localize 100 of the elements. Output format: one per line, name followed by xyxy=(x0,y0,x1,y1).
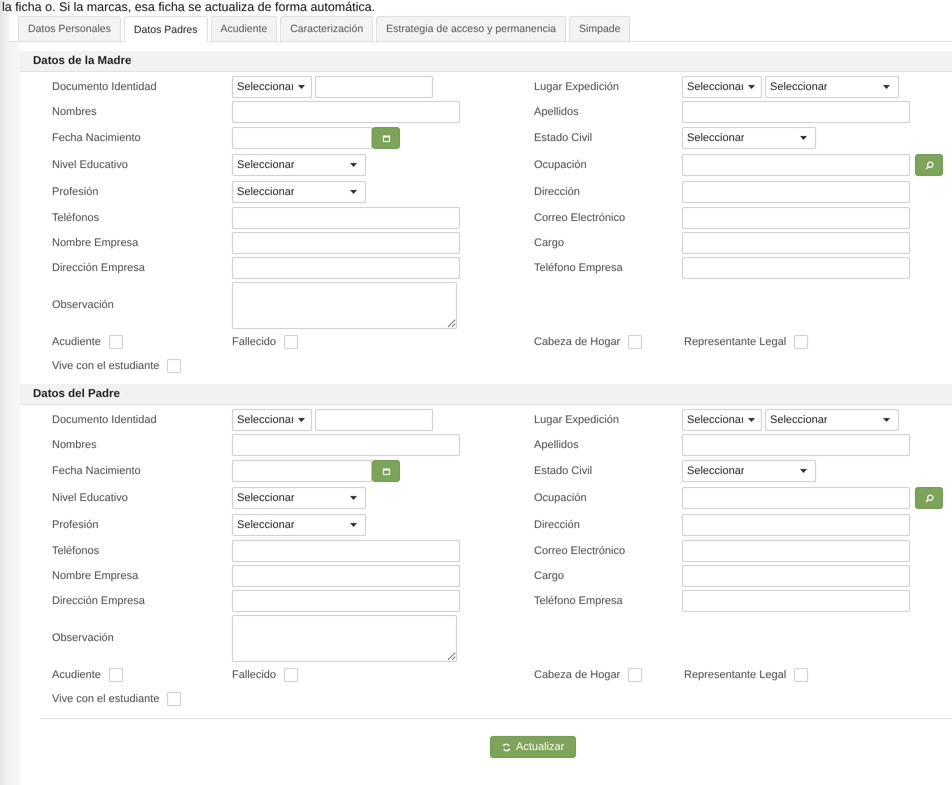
select-dropdown[interactable]: Seleccionaı xyxy=(232,76,312,98)
field-label: Ocupación xyxy=(534,492,588,504)
input-field[interactable] xyxy=(232,207,460,229)
search-button[interactable] xyxy=(915,154,943,176)
input-field[interactable] xyxy=(232,434,460,456)
field-label: Lugar Expedición xyxy=(534,414,620,426)
select-dropdown[interactable]: Seleccionar xyxy=(765,76,899,98)
input-field[interactable] xyxy=(232,565,460,587)
input-field[interactable] xyxy=(232,101,460,123)
search-icon xyxy=(924,494,934,502)
select-dropdown[interactable]: Seleccionar xyxy=(682,127,816,149)
field-label: Dirección xyxy=(534,186,581,198)
caret-icon xyxy=(800,136,807,140)
caret-icon xyxy=(748,85,755,89)
calendar-button[interactable] xyxy=(372,460,400,482)
input-field[interactable] xyxy=(682,540,910,562)
input-field[interactable] xyxy=(682,154,910,176)
input-field[interactable] xyxy=(682,181,910,203)
input-field[interactable] xyxy=(682,257,910,279)
input-field[interactable] xyxy=(682,590,910,612)
input-field[interactable] xyxy=(682,434,910,456)
search-icon xyxy=(924,160,934,170)
field-label: Estado Civil xyxy=(534,465,594,477)
field-label: Fecha Nacimiento xyxy=(52,465,142,477)
select-dropdown[interactable]: Seleccionaı xyxy=(682,76,762,98)
input-field[interactable] xyxy=(232,257,460,279)
field-label: Correo Electrónico xyxy=(534,545,626,557)
checkbox[interactable] xyxy=(628,335,642,349)
checkbox[interactable] xyxy=(108,668,123,682)
input-field[interactable] xyxy=(682,232,910,254)
checkbox-label: Acudiente xyxy=(52,669,101,681)
field-label: Documento Identidad xyxy=(52,81,158,93)
input-field[interactable] xyxy=(315,76,433,98)
field-label: Correo Electrónico xyxy=(534,212,626,224)
checkbox-label: Fallecido xyxy=(232,669,276,681)
tab[interactable]: Acudiente xyxy=(210,16,278,41)
text-area[interactable] xyxy=(232,614,457,662)
input-field[interactable] xyxy=(682,565,910,587)
input-field[interactable] xyxy=(232,232,460,254)
field-label: Teléfono Empresa xyxy=(534,262,624,274)
checkbox[interactable] xyxy=(794,335,808,349)
field-label: Apellidos xyxy=(534,439,580,451)
field-label: Nivel Educativo xyxy=(52,492,129,504)
field-label: Lugar Expedición xyxy=(534,81,620,93)
field-label: Nombres xyxy=(52,106,98,118)
input-field[interactable] xyxy=(232,540,460,562)
date-field[interactable] xyxy=(232,460,372,482)
field-label: Fecha Nacimiento xyxy=(52,132,142,144)
field-label: Profesión xyxy=(52,186,100,198)
text-area[interactable] xyxy=(232,282,457,328)
checkbox[interactable] xyxy=(794,668,808,682)
search-button[interactable] xyxy=(915,487,943,509)
field-label: Nivel Educativo xyxy=(52,159,129,171)
field-label: Dirección Empresa xyxy=(52,595,146,607)
field-label: Cargo xyxy=(534,570,565,582)
field-label: Observación xyxy=(52,632,115,644)
select-dropdown[interactable]: Seleccionaı xyxy=(682,409,762,431)
refresh-icon xyxy=(502,742,511,752)
input-field[interactable] xyxy=(232,590,460,612)
date-field[interactable] xyxy=(232,127,372,149)
select-dropdown[interactable]: Seleccionar xyxy=(682,460,816,482)
field-label: Apellidos xyxy=(534,106,580,118)
caret-icon xyxy=(748,418,755,422)
field-label: Cargo xyxy=(534,237,565,249)
calendar-icon xyxy=(382,134,390,142)
input-field[interactable] xyxy=(682,514,910,536)
tab[interactable]: Datos Personales xyxy=(18,16,121,41)
calendar-icon xyxy=(382,468,390,474)
select-dropdown[interactable]: Seleccionar xyxy=(232,181,366,203)
tab[interactable]: Estrategia de acceso y permanencia xyxy=(376,16,566,41)
select-dropdown[interactable]: Seleccionar xyxy=(232,154,366,176)
checkbox-label: Cabeza de Hogar xyxy=(534,669,620,681)
calendar-button[interactable] xyxy=(372,127,400,149)
input-field[interactable] xyxy=(315,409,433,431)
field-label: Nombre Empresa xyxy=(52,570,140,582)
input-field[interactable] xyxy=(682,487,910,509)
select-dropdown[interactable]: Seleccionar xyxy=(765,409,899,431)
select-dropdown[interactable]: Seleccionaı xyxy=(232,409,312,431)
caret-icon xyxy=(800,469,807,473)
section-header: Datos del Padre xyxy=(20,384,952,405)
input-field[interactable] xyxy=(682,101,910,123)
field-label: Estado Civil xyxy=(534,132,594,144)
select-dropdown[interactable]: Seleccionar xyxy=(232,487,366,509)
tab[interactable]: Simpade xyxy=(569,16,630,41)
checkbox-label: Vive con el estudiante xyxy=(52,360,160,372)
field-label: Ocupación xyxy=(534,159,588,171)
checkbox[interactable] xyxy=(284,668,298,682)
checkbox[interactable] xyxy=(628,668,642,682)
checkbox[interactable] xyxy=(167,359,182,373)
checkbox[interactable] xyxy=(167,692,182,706)
checkbox[interactable] xyxy=(284,335,298,349)
input-field[interactable] xyxy=(682,207,910,229)
caret-icon xyxy=(350,523,357,527)
tab[interactable]: Datos Padres xyxy=(124,16,208,42)
select-dropdown[interactable]: Seleccionar xyxy=(232,514,366,536)
field-label: Teléfonos xyxy=(52,545,100,557)
tab[interactable]: Caracterización xyxy=(280,16,374,41)
field-label: Dirección xyxy=(534,519,581,531)
field-label: Nombres xyxy=(52,439,98,451)
checkbox[interactable] xyxy=(108,335,123,349)
